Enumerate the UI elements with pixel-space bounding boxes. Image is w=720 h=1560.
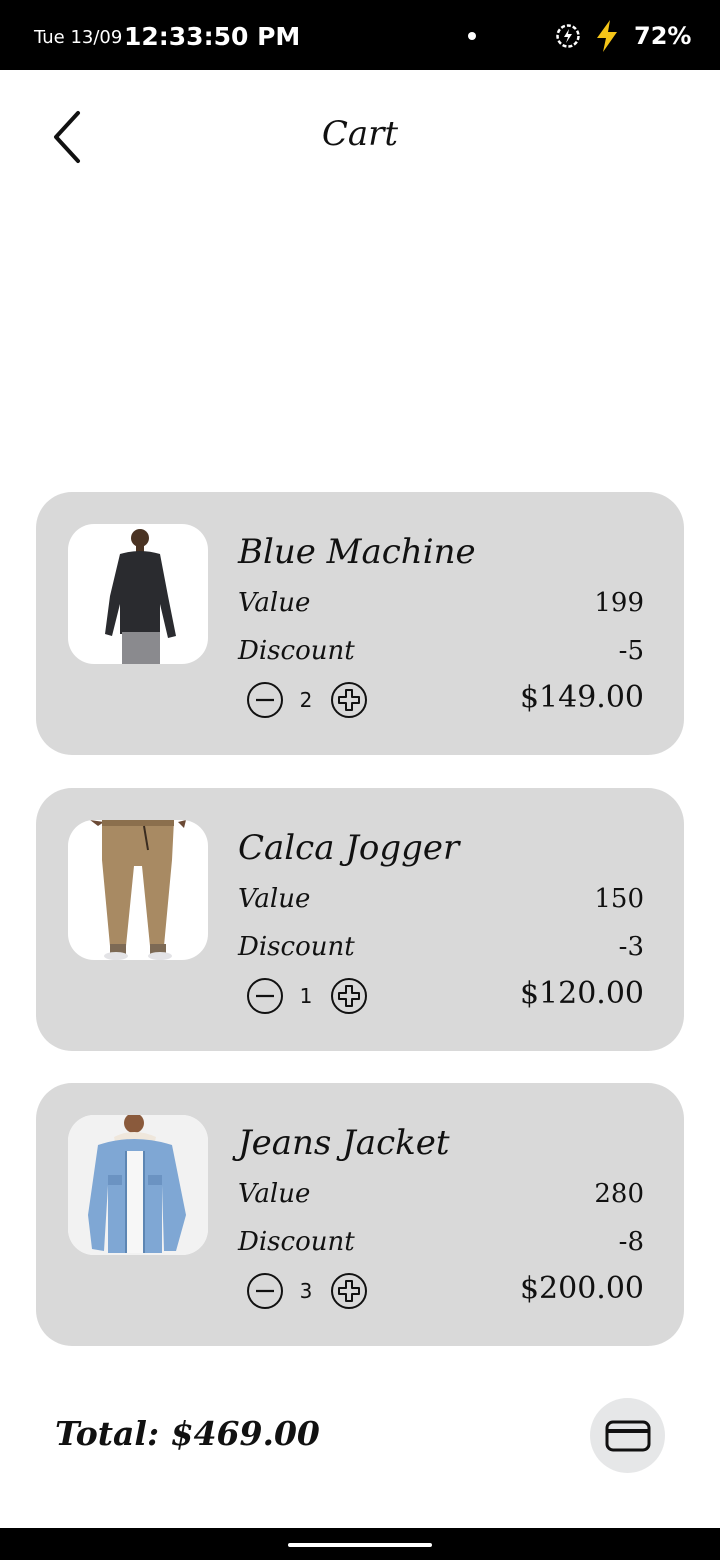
discount-label: Discount [238, 932, 355, 962]
status-date: Tue 13/09 [34, 27, 123, 48]
value-amount: 280 [594, 1179, 644, 1209]
item-price: $200.00 [519, 1271, 644, 1306]
minus-circle-icon [247, 978, 283, 1014]
decrease-quantity-button[interactable] [246, 1272, 284, 1310]
product-image [68, 524, 208, 664]
product-name: Calca Jogger [238, 828, 460, 868]
plus-circle-icon [331, 1273, 367, 1309]
checkout-payment-button[interactable] [590, 1398, 665, 1473]
navigation-bar [0, 1528, 720, 1560]
header: Cart [0, 70, 720, 210]
product-name: Jeans Jacket [238, 1123, 450, 1163]
plus-circle-icon [331, 978, 367, 1014]
product-image [68, 820, 208, 960]
page-title: Cart [321, 114, 399, 154]
cart-item-card: Blue Machine Value 199 Discount -5 2 $14… [36, 492, 684, 755]
status-time: 12:33:50 PM [124, 22, 301, 51]
cart-item-card: Calca Jogger Value 150 Discount -3 1 $12… [36, 788, 684, 1051]
value-label: Value [238, 884, 311, 914]
quantity-value: 2 [299, 688, 313, 712]
product-name: Blue Machine [238, 532, 476, 572]
plus-circle-icon [331, 682, 367, 718]
product-image [68, 1115, 208, 1255]
value-amount: 199 [594, 588, 644, 618]
increase-quantity-button[interactable] [330, 1272, 368, 1310]
cart-total: Total: $469.00 [55, 1414, 320, 1453]
discount-amount: -5 [618, 636, 644, 666]
battery-saver-icon [555, 23, 581, 53]
item-price: $120.00 [519, 976, 644, 1011]
value-label: Value [238, 1179, 311, 1209]
discount-label: Discount [238, 636, 355, 666]
notification-dot-icon [468, 32, 476, 40]
quantity-value: 3 [299, 1279, 313, 1303]
minus-circle-icon [247, 1273, 283, 1309]
value-amount: 150 [594, 884, 644, 914]
battery-level: 72% [634, 22, 692, 50]
discount-label: Discount [238, 1227, 355, 1257]
minus-circle-icon [247, 682, 283, 718]
decrease-quantity-button[interactable] [246, 681, 284, 719]
increase-quantity-button[interactable] [330, 977, 368, 1015]
quantity-value: 1 [299, 984, 313, 1008]
credit-card-icon [605, 1420, 650, 1451]
decrease-quantity-button[interactable] [246, 977, 284, 1015]
status-bar: Tue 13/09 12:33:50 PM 72% [0, 0, 720, 70]
discount-amount: -3 [618, 932, 644, 962]
value-label: Value [238, 588, 311, 618]
cart-item-card: Jeans Jacket Value 280 Discount -8 3 $20… [36, 1083, 684, 1346]
item-price: $149.00 [519, 680, 644, 715]
home-gesture-handle[interactable] [288, 1543, 432, 1547]
discount-amount: -8 [618, 1227, 644, 1257]
charging-bolt-icon [594, 19, 620, 57]
increase-quantity-button[interactable] [330, 681, 368, 719]
